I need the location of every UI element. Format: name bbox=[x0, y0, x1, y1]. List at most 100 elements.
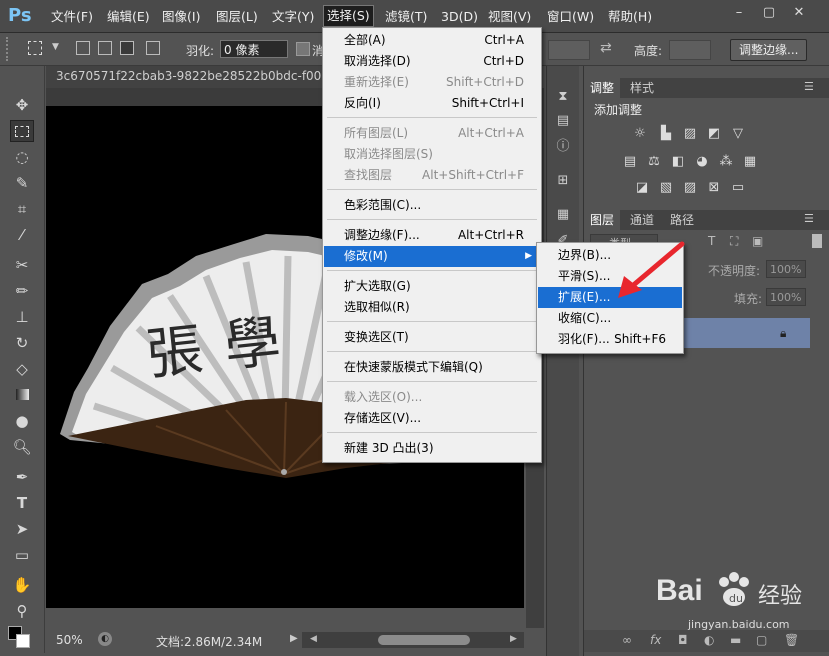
horizontal-scrollbar[interactable]: ◀ ▶ bbox=[302, 632, 524, 648]
link-layers-icon[interactable]: ∞ bbox=[622, 633, 632, 647]
hand-tool-icon[interactable]: ✋ bbox=[10, 574, 34, 596]
status-menu-arrow-icon[interactable]: ▶ bbox=[290, 633, 298, 644]
maximize-icon[interactable]: ▢ bbox=[758, 4, 780, 22]
menu-item-deselect-layers[interactable]: 取消选择图层(S) bbox=[324, 144, 540, 165]
menu-item-similar[interactable]: 选取相似(R) bbox=[324, 297, 540, 318]
selective-color-icon[interactable]: ⊠ bbox=[706, 180, 722, 196]
info-panel-icon[interactable]: ⓘ bbox=[553, 136, 573, 158]
width-field[interactable] bbox=[548, 40, 590, 60]
menu-select[interactable]: 选择(S) bbox=[323, 5, 374, 27]
refine-edge-button[interactable]: 调整边缘... bbox=[730, 39, 808, 61]
menu-item-new-3d-extrusion[interactable]: 新建 3D 凸出(3) bbox=[324, 438, 540, 459]
menu-image[interactable]: 图像(I) bbox=[162, 8, 200, 26]
filter-smart-icon[interactable]: ▣ bbox=[752, 234, 763, 248]
submenu-item-feather[interactable]: 羽化(F)... Shift+F6 bbox=[538, 329, 682, 350]
gradient-tool-icon[interactable] bbox=[10, 384, 34, 406]
black-white-icon[interactable]: ◧ bbox=[670, 154, 686, 170]
tab-styles[interactable]: 样式 bbox=[624, 78, 660, 98]
scroll-right-icon[interactable]: ▶ bbox=[510, 634, 517, 644]
healing-brush-icon[interactable]: ✂ bbox=[10, 254, 34, 276]
new-selection-icon[interactable] bbox=[76, 41, 90, 55]
menu-item-all-layers[interactable]: 所有图层(L) Alt+Ctrl+A bbox=[324, 123, 540, 144]
menu-item-reselect[interactable]: 重新选择(E) Shift+Ctrl+D bbox=[324, 72, 540, 93]
threshold-icon[interactable]: ▨ bbox=[682, 180, 698, 196]
intersect-selection-icon[interactable] bbox=[146, 41, 160, 55]
clone-stamp-icon[interactable]: ⊥ bbox=[10, 306, 34, 328]
minimize-icon[interactable]: – bbox=[728, 4, 750, 22]
brightness-icon[interactable]: ☼ bbox=[632, 126, 648, 142]
tool-presets-icon[interactable]: ▦ bbox=[553, 204, 573, 226]
eraser-tool-icon[interactable]: ◇ bbox=[10, 358, 34, 380]
color-balance-icon[interactable]: ⚖ bbox=[646, 154, 662, 170]
fill-input[interactable]: 100% bbox=[766, 288, 806, 306]
pen-tool-icon[interactable]: ✒ bbox=[10, 466, 34, 488]
crop-tool-icon[interactable]: ⌗ bbox=[10, 198, 34, 220]
color-lookup-icon[interactable]: ▦ bbox=[742, 154, 758, 170]
type-tool-icon[interactable]: T bbox=[10, 492, 34, 514]
levels-icon[interactable]: ▙ bbox=[658, 126, 674, 142]
menu-item-save-selection[interactable]: 存储选区(V)... bbox=[324, 408, 540, 429]
tab-channels[interactable]: 通道 bbox=[624, 210, 660, 230]
menu-window[interactable]: 窗口(W) bbox=[547, 8, 594, 26]
menu-view[interactable]: 视图(V) bbox=[488, 8, 531, 26]
posterize-icon[interactable]: ▧ bbox=[658, 180, 674, 196]
exposure-icon[interactable]: ◩ bbox=[706, 126, 722, 142]
menu-layer[interactable]: 图层(L) bbox=[216, 8, 258, 26]
menu-item-all[interactable]: 全部(A) Ctrl+A bbox=[324, 30, 540, 51]
hue-saturation-icon[interactable]: ▤ bbox=[622, 154, 638, 170]
invert-icon[interactable]: ◪ bbox=[634, 180, 650, 196]
eyedropper-icon[interactable]: ⁄ bbox=[10, 224, 34, 246]
brush-presets-icon[interactable]: ⊞ bbox=[553, 170, 573, 192]
menu-edit[interactable]: 编辑(E) bbox=[107, 8, 150, 26]
curves-icon[interactable]: ▨ bbox=[682, 126, 698, 142]
chevron-down-icon[interactable]: ▼ bbox=[52, 42, 59, 52]
layers-panel-menu-icon[interactable]: ☰ bbox=[804, 212, 814, 225]
feather-input[interactable]: 0 像素 bbox=[220, 40, 288, 58]
brush-tool-icon[interactable]: ✏ bbox=[10, 280, 34, 302]
submenu-item-contract[interactable]: 收缩(C)... bbox=[538, 308, 682, 329]
rectangle-tool-icon[interactable]: ▭ bbox=[10, 544, 34, 566]
menu-help[interactable]: 帮助(H) bbox=[608, 8, 652, 26]
menu-item-deselect[interactable]: 取消选择(D) Ctrl+D bbox=[324, 51, 540, 72]
scroll-left-icon[interactable]: ◀ bbox=[310, 634, 317, 644]
menu-item-find-layers[interactable]: 查找图层 Alt+Shift+Ctrl+F bbox=[324, 165, 540, 186]
lasso-tool-icon[interactable]: ◌ bbox=[10, 146, 34, 168]
scroll-thumb[interactable] bbox=[378, 635, 470, 645]
zoom-tool-icon[interactable]: ⚲ bbox=[10, 600, 34, 622]
menu-item-quick-mask[interactable]: 在快速蒙版模式下编辑(Q) bbox=[324, 357, 540, 378]
menu-item-grow[interactable]: 扩大选取(G) bbox=[324, 276, 540, 297]
zoom-level[interactable]: 50% bbox=[56, 633, 83, 647]
properties-panel-icon[interactable]: ▤ bbox=[553, 110, 573, 132]
history-brush-icon[interactable]: ↻ bbox=[10, 332, 34, 354]
menu-item-modify[interactable]: 修改(M) ▶ bbox=[324, 246, 540, 267]
menu-item-inverse[interactable]: 反向(I) Shift+Ctrl+I bbox=[324, 93, 540, 114]
close-icon[interactable]: ✕ bbox=[788, 4, 810, 22]
filter-toggle-icon[interactable] bbox=[812, 234, 822, 248]
channel-mixer-icon[interactable]: ⁂ bbox=[718, 154, 734, 170]
filter-type-icon[interactable]: T bbox=[708, 234, 715, 248]
menu-item-load-selection[interactable]: 载入选区(O)... bbox=[324, 387, 540, 408]
height-field[interactable] bbox=[669, 40, 711, 60]
photo-filter-icon[interactable]: ◕ bbox=[694, 154, 710, 170]
dodge-tool-icon[interactable]: 🔍︎ bbox=[10, 436, 34, 458]
subtract-selection-icon[interactable] bbox=[120, 41, 134, 55]
background-color-swatch[interactable] bbox=[16, 634, 30, 648]
menu-type[interactable]: 文字(Y) bbox=[272, 8, 314, 26]
rectangular-marquee-icon[interactable] bbox=[10, 120, 34, 142]
filter-shape-icon[interactable]: ⛶ bbox=[730, 234, 738, 249]
panel-menu-icon[interactable]: ☰ bbox=[804, 80, 814, 93]
quick-selection-icon[interactable]: ✎ bbox=[10, 172, 34, 194]
menu-item-color-range[interactable]: 色彩范围(C)... bbox=[324, 195, 540, 216]
swap-icon[interactable]: ⇄ bbox=[600, 40, 612, 56]
status-info-icon[interactable]: ◐ bbox=[98, 632, 112, 646]
gradient-map-icon[interactable]: ▭ bbox=[730, 180, 746, 196]
menu-item-transform-selection[interactable]: 变换选区(T) bbox=[324, 327, 540, 348]
move-tool-icon[interactable]: ✥ bbox=[10, 94, 34, 116]
path-selection-icon[interactable]: ➤ bbox=[10, 518, 34, 540]
tab-adjustments[interactable]: 调整 bbox=[584, 78, 621, 98]
antialias-checkbox[interactable] bbox=[296, 42, 310, 56]
menu-3d[interactable]: 3D(D) bbox=[441, 8, 478, 26]
history-panel-icon[interactable]: ⧗ bbox=[553, 86, 573, 108]
blur-tool-icon[interactable]: ● bbox=[10, 410, 34, 432]
marquee-preset-icon[interactable] bbox=[28, 41, 42, 55]
